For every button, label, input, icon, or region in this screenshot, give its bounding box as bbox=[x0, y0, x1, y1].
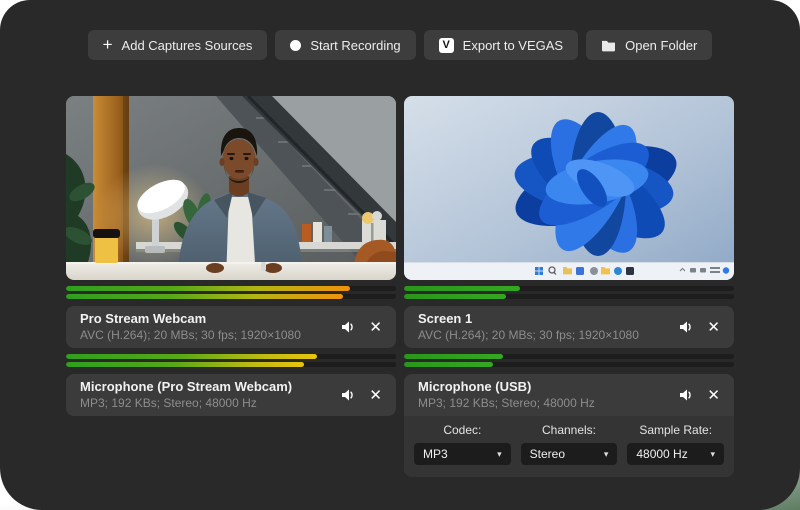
windows-desktop-scene bbox=[404, 96, 734, 280]
mic-usb-source-specs: MP3; 192 KBs; Stereo; 48000 Hz bbox=[418, 396, 678, 410]
meter-fill bbox=[66, 294, 343, 299]
app-window: + Add Captures Sources Start Recording V… bbox=[0, 0, 800, 510]
sample-rate-dropdown[interactable]: 48000 Hz ▾ bbox=[627, 443, 724, 465]
webcam-source-specs: AVC (H.264); 20 MBs; 30 fps; 1920×1080 bbox=[80, 328, 340, 342]
webcam-preview bbox=[66, 96, 396, 280]
webcam-source-title: Pro Stream Webcam bbox=[80, 311, 340, 327]
screen-mute-button[interactable] bbox=[678, 319, 694, 335]
mic-webcam-source-title: Microphone (Pro Stream Webcam) bbox=[80, 379, 340, 395]
mic-usb-source-title: Microphone (USB) bbox=[418, 379, 678, 395]
meter-fill bbox=[404, 294, 506, 299]
mic-webcam-source-specs: MP3; 192 KBs; Stereo; 48000 Hz bbox=[80, 396, 340, 410]
meter-fill bbox=[404, 286, 520, 291]
add-capture-sources-label: Add Captures Sources bbox=[122, 38, 253, 53]
vegas-icon: V bbox=[439, 38, 454, 53]
mic-webcam-source-card: Microphone (Pro Stream Webcam) MP3; 192 … bbox=[66, 374, 396, 416]
codec-dropdown[interactable]: MP3 ▾ bbox=[414, 443, 511, 465]
record-circle-icon bbox=[290, 40, 301, 51]
meter-fill bbox=[404, 354, 503, 359]
meter-fill bbox=[404, 362, 493, 367]
close-icon: ✕ bbox=[369, 388, 382, 403]
mic-usb-source-card: Microphone (USB) MP3; 192 KBs; Stereo; 4… bbox=[404, 374, 734, 477]
screen-remove-button[interactable]: ✕ bbox=[707, 320, 720, 335]
speaker-icon bbox=[678, 387, 694, 403]
screen-preview bbox=[404, 96, 734, 280]
meter-track bbox=[66, 354, 396, 359]
sample-rate-setting: Sample Rate: 48000 Hz ▾ bbox=[627, 423, 724, 465]
meter-track bbox=[404, 362, 734, 367]
mic-webcam-level-meters bbox=[66, 354, 396, 367]
channels-setting: Channels: Stereo ▾ bbox=[521, 423, 618, 465]
chevron-down-icon: ▾ bbox=[497, 449, 502, 460]
channels-dropdown[interactable]: Stereo ▾ bbox=[521, 443, 618, 465]
folder-icon bbox=[601, 39, 616, 52]
open-folder-button[interactable]: Open Folder bbox=[586, 30, 712, 60]
sample-rate-label: Sample Rate: bbox=[639, 423, 712, 437]
close-icon: ✕ bbox=[707, 320, 720, 335]
webcam-scene bbox=[66, 96, 396, 280]
channels-label: Channels: bbox=[542, 423, 596, 437]
screen-source-specs: AVC (H.264); 20 MBs; 30 fps; 1920×1080 bbox=[418, 328, 678, 342]
plus-icon: + bbox=[103, 36, 113, 53]
meter-track bbox=[66, 294, 396, 299]
export-to-vegas-label: Export to VEGAS bbox=[463, 38, 563, 53]
export-to-vegas-button[interactable]: V Export to VEGAS bbox=[424, 30, 578, 60]
toolbar: + Add Captures Sources Start Recording V… bbox=[0, 30, 800, 60]
chevron-down-icon: ▾ bbox=[710, 449, 715, 460]
meter-fill bbox=[66, 362, 304, 367]
screen-source-card: Screen 1 AVC (H.264); 20 MBs; 30 fps; 19… bbox=[404, 306, 734, 348]
meter-track bbox=[66, 362, 396, 367]
speaker-icon bbox=[678, 319, 694, 335]
webcam-level-meters bbox=[66, 286, 396, 299]
audio-settings-panel: Codec: MP3 ▾ Channels: Stereo ▾ Sample R… bbox=[404, 416, 734, 477]
mic-usb-mute-button[interactable] bbox=[678, 387, 694, 403]
start-recording-button[interactable]: Start Recording bbox=[275, 30, 415, 60]
webcam-column: Pro Stream Webcam AVC (H.264); 20 MBs; 3… bbox=[66, 96, 396, 416]
webcam-remove-button[interactable]: ✕ bbox=[369, 320, 382, 335]
mic-usb-remove-button[interactable]: ✕ bbox=[707, 388, 720, 403]
start-recording-label: Start Recording bbox=[310, 38, 400, 53]
meter-track bbox=[66, 286, 396, 291]
mic-webcam-mute-button[interactable] bbox=[340, 387, 356, 403]
webcam-source-card: Pro Stream Webcam AVC (H.264); 20 MBs; 3… bbox=[66, 306, 396, 348]
meter-fill bbox=[66, 286, 350, 291]
speaker-icon bbox=[340, 319, 356, 335]
screen-column: Screen 1 AVC (H.264); 20 MBs; 30 fps; 19… bbox=[404, 96, 734, 477]
screen-source-title: Screen 1 bbox=[418, 311, 678, 327]
mic-usb-level-meters bbox=[404, 354, 734, 367]
open-folder-label: Open Folder bbox=[625, 38, 697, 53]
codec-setting: Codec: MP3 ▾ bbox=[414, 423, 511, 465]
meter-track bbox=[404, 294, 734, 299]
webcam-mute-button[interactable] bbox=[340, 319, 356, 335]
meter-track bbox=[404, 354, 734, 359]
channels-value: Stereo bbox=[530, 447, 565, 461]
speaker-icon bbox=[340, 387, 356, 403]
mic-webcam-remove-button[interactable]: ✕ bbox=[369, 388, 382, 403]
meter-track bbox=[404, 286, 734, 291]
codec-value: MP3 bbox=[423, 447, 448, 461]
close-icon: ✕ bbox=[369, 320, 382, 335]
sample-rate-value: 48000 Hz bbox=[636, 447, 687, 461]
close-icon: ✕ bbox=[707, 388, 720, 403]
chevron-down-icon: ▾ bbox=[604, 449, 609, 460]
add-capture-sources-button[interactable]: + Add Captures Sources bbox=[88, 30, 268, 60]
screen-level-meters bbox=[404, 286, 734, 299]
meter-fill bbox=[66, 354, 317, 359]
codec-label: Codec: bbox=[443, 423, 481, 437]
